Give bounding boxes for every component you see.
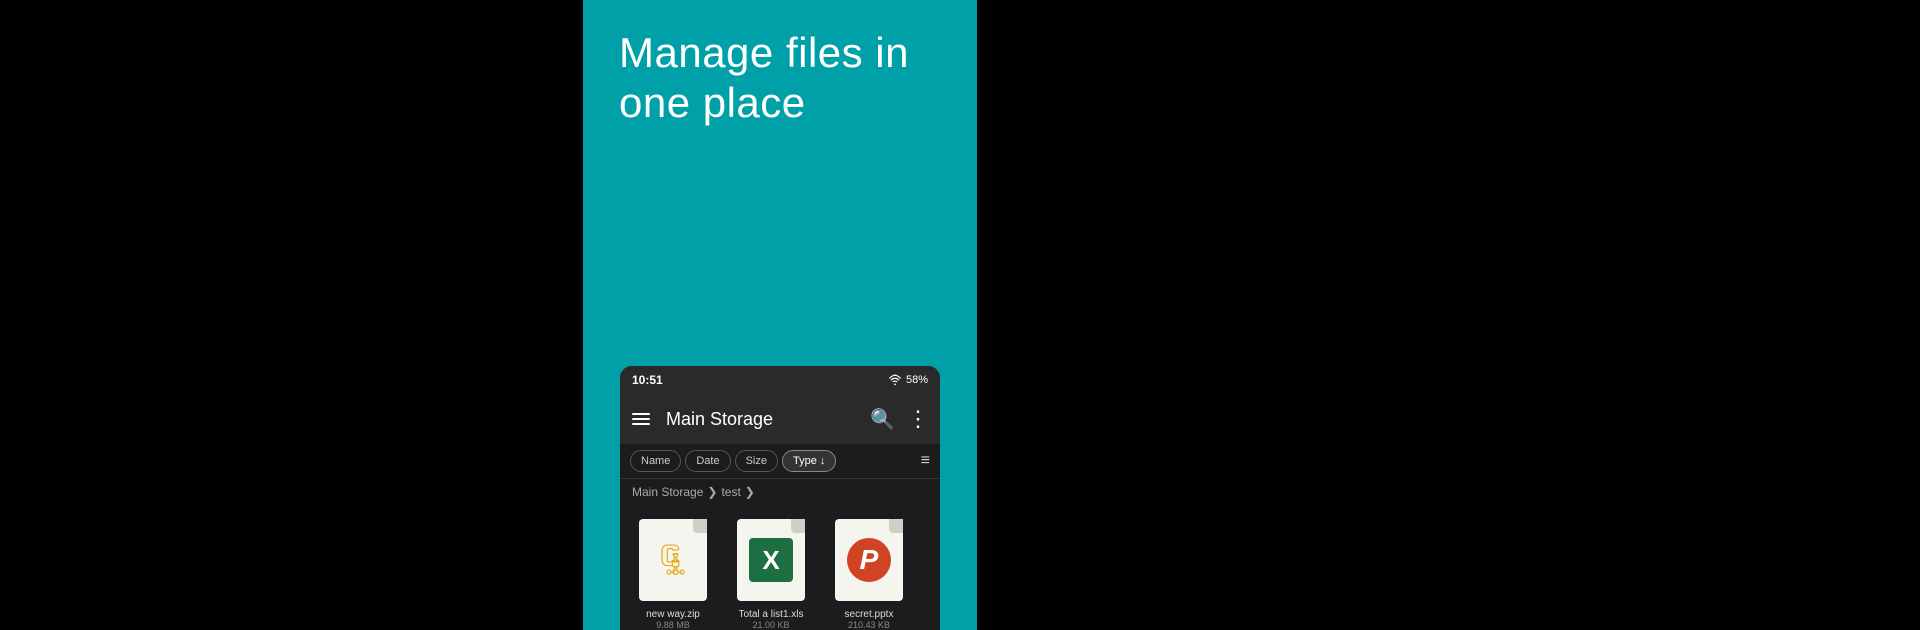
zip-page: 🗜 [639,519,707,601]
zip-icon-wrapper: 🗜 [633,515,713,605]
app-bar: Main Storage 🔍 ⋮ [620,394,940,444]
sort-type[interactable]: Type ↓ [782,450,836,472]
right-panel [977,0,1920,630]
breadcrumb-sep1: ❯ [707,485,717,499]
headline-line1: Manage files in [619,29,909,76]
more-icon[interactable]: ⋮ [907,406,928,432]
status-time: 10:51 [632,373,663,387]
breadcrumb-main[interactable]: Main Storage [632,485,703,499]
zip-icon: 🗜 [654,543,692,578]
app-bar-title: Main Storage [666,409,858,430]
breadcrumb-sep2: ❯ [745,485,755,499]
file-item-zip[interactable]: 🗜 new way.zip 9.88 MB [628,515,718,630]
search-icon[interactable]: 🔍 [870,407,895,432]
sort-bar: Name Date Size Type ↓ ≡ [620,444,940,479]
battery-text: 58% [906,374,928,386]
excel-icon: X [749,538,793,582]
xls-filesize: 21.00 KB [752,620,789,630]
sort-name[interactable]: Name [630,450,681,472]
ppt-icon: P [847,538,891,582]
wifi-icon [888,373,902,387]
sort-date[interactable]: Date [685,450,730,472]
pptx-icon-wrapper: P [829,515,909,605]
breadcrumb-test[interactable]: test [721,485,740,499]
headline: Manage files in one place [583,0,945,149]
headline-line2: one place [619,79,806,126]
pptx-page: P [835,519,903,601]
pptx-filename: secret.pptx [845,609,894,620]
xls-page: X [737,519,805,601]
zip-filesize: 9.88 MB [656,620,690,630]
file-item-xls[interactable]: X Total a list1.xls 21.00 KB [726,515,816,630]
status-bar: 10:51 58% [620,366,940,394]
breadcrumb: Main Storage ❯ test ❯ [620,479,940,505]
left-panel [0,0,583,630]
sort-size[interactable]: Size [735,450,778,472]
xls-filename: Total a list1.xls [738,609,803,620]
phone-mockup: 10:51 58% Main Storage 🔍 ⋮ Name Date Si [620,366,940,630]
file-item-pptx[interactable]: P secret.pptx 210.43 KB [824,515,914,630]
file-grid: 🗜 new way.zip 9.88 MB X Total a list1.xl… [620,505,940,630]
pptx-filesize: 210.43 KB [848,620,890,630]
status-icons: 58% [888,373,928,387]
center-panel: Manage files in one place 10:51 58% Main… [583,0,977,630]
view-icon[interactable]: ≡ [921,452,930,470]
zip-filename: new way.zip [646,609,700,620]
xls-icon-wrapper: X [731,515,811,605]
menu-icon[interactable] [632,413,650,425]
